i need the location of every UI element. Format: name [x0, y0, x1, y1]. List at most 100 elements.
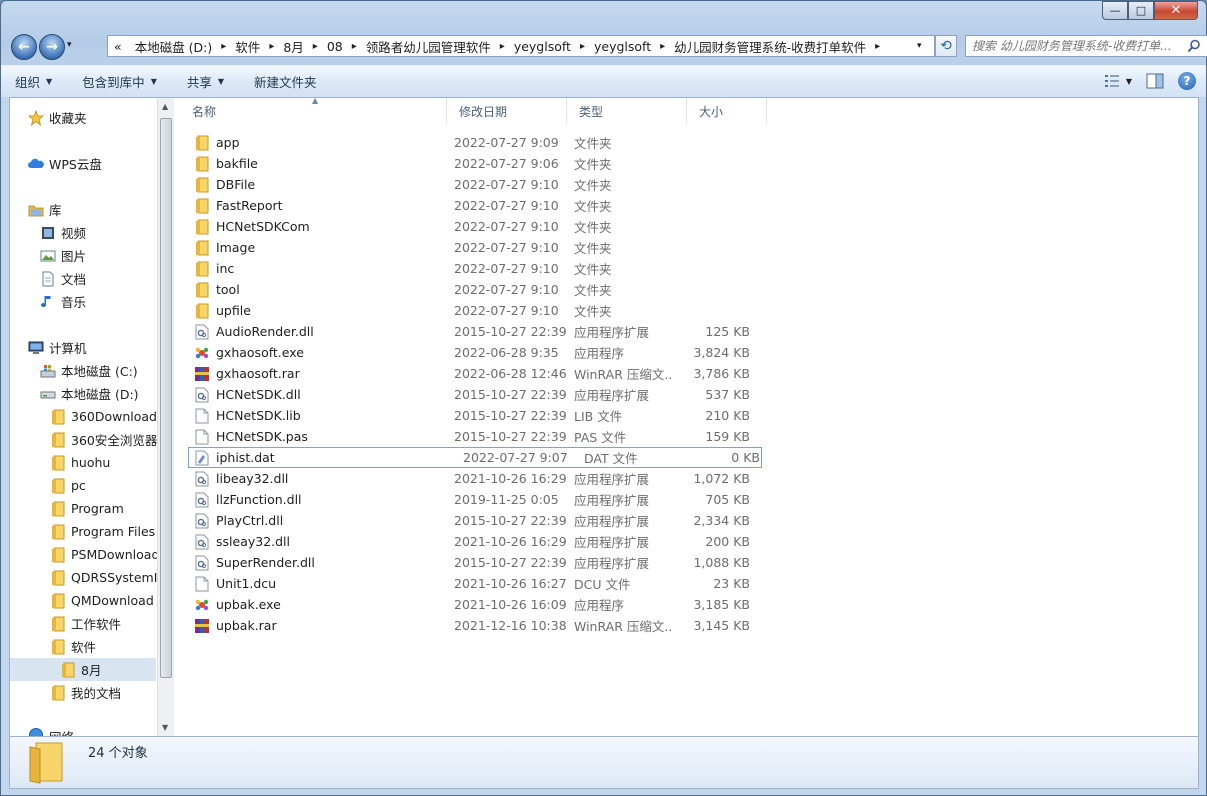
file-row[interactable]: tool 2022-07-27 9:10 文件夹	[180, 279, 780, 300]
file-name-cell[interactable]: gxhaosoft.rar	[180, 366, 442, 382]
breadcrumb-item[interactable]: 领路者幼儿园管理软件	[366, 37, 491, 56]
file-row[interactable]: bakfile 2022-07-27 9:06 文件夹	[180, 153, 780, 174]
file-name-cell[interactable]: bakfile	[180, 156, 442, 172]
column-date-modified[interactable]: 修改日期	[447, 98, 567, 124]
file-name-cell[interactable]: upbak.exe	[180, 597, 442, 613]
file-name-cell[interactable]: app	[180, 135, 442, 151]
nav-library-music[interactable]: 音乐	[10, 290, 156, 313]
back-button[interactable]: ←	[11, 34, 37, 60]
preview-pane-icon[interactable]	[1146, 73, 1164, 89]
nav-wps-cloud[interactable]: WPS云盘	[10, 152, 156, 175]
view-dropdown-icon[interactable]: ▼	[1126, 77, 1132, 86]
file-row[interactable]: FastReport 2022-07-27 9:10 文件夹	[180, 195, 780, 216]
file-name-cell[interactable]: inc	[180, 261, 442, 277]
nav-folder-item[interactable]: pc	[10, 474, 156, 497]
breadcrumb-separator-icon[interactable]: ▸	[313, 41, 318, 52]
maximize-button[interactable]: □	[1128, 1, 1154, 20]
scroll-up-icon[interactable]: ▲	[162, 102, 168, 111]
minimize-button[interactable]: —	[1102, 1, 1128, 20]
help-button[interactable]: ?	[1178, 72, 1196, 90]
view-options-icon[interactable]	[1104, 74, 1120, 88]
nav-favorites[interactable]: 收藏夹	[10, 106, 156, 129]
file-name-cell[interactable]: gxhaosoft.exe	[180, 345, 442, 361]
nav-library-pictures[interactable]: 图片	[10, 244, 156, 267]
file-name-cell[interactable]: upbak.rar	[180, 618, 442, 634]
nav-folder-item[interactable]: Program	[10, 497, 156, 520]
file-name-cell[interactable]: DBFile	[180, 177, 442, 193]
file-name-cell[interactable]: HCNetSDK.lib	[180, 408, 442, 424]
file-row[interactable]: upfile 2022-07-27 9:10 文件夹	[180, 300, 780, 321]
breadcrumb-item[interactable]: yeyglsoft	[594, 39, 651, 54]
search-input[interactable]	[966, 36, 1176, 56]
breadcrumb-item[interactable]: 软件	[235, 37, 260, 56]
file-name-cell[interactable]: llzFunction.dll	[180, 492, 442, 508]
address-overflow-chevron[interactable]: «	[114, 39, 122, 54]
nav-drive-c[interactable]: 本地磁盘 (C:)	[10, 359, 156, 382]
file-name-cell[interactable]: upfile	[180, 303, 442, 319]
nav-folder-item[interactable]: 360安全浏览器下	[10, 428, 170, 451]
column-type[interactable]: 类型	[567, 98, 687, 124]
breadcrumb-separator-icon[interactable]: ▸	[352, 41, 357, 52]
address-bar[interactable]: « ▸ 本地磁盘 (D:) ▸ 软件 ▸ 8月 ▸ 08 ▸ 领路者幼儿园管理软…	[107, 35, 935, 57]
file-name-cell[interactable]: iphist.dat	[189, 450, 451, 466]
nav-network[interactable]: 网络	[10, 727, 156, 736]
nav-folder-item[interactable]: QDRSSystemIn	[10, 566, 165, 589]
nav-library[interactable]: 库	[10, 198, 156, 221]
new-folder-button[interactable]: 新建文件夹	[254, 72, 317, 91]
nav-my-documents[interactable]: 我的文档	[10, 681, 156, 704]
nav-folder-item[interactable]: PSMDownload	[10, 543, 159, 566]
file-name-cell[interactable]: HCNetSDKCom	[180, 219, 442, 235]
file-name-cell[interactable]: HCNetSDK.pas	[180, 429, 442, 445]
file-name-cell[interactable]: SuperRender.dll	[180, 555, 442, 571]
file-row[interactable]: llzFunction.dll 2019-11-25 0:05 应用程序扩展 705 …	[180, 489, 780, 510]
file-row[interactable]: upbak.exe 2021-10-26 16:09 应用程序 3,185 KB	[180, 594, 780, 615]
nav-drive-d[interactable]: 本地磁盘 (D:)	[10, 382, 156, 405]
nav-folder-selected[interactable]: 8月	[10, 658, 156, 681]
column-size[interactable]: 大小	[687, 98, 767, 124]
file-row[interactable]: Image 2022-07-27 9:10 文件夹	[180, 237, 780, 258]
breadcrumb-separator-icon[interactable]: ▸	[269, 41, 274, 52]
column-name[interactable]: ▲ 名称	[180, 96, 447, 124]
file-row[interactable]: app 2022-07-27 9:09 文件夹	[180, 132, 780, 153]
breadcrumb-separator-icon[interactable]: ▸	[580, 41, 585, 52]
organize-menu[interactable]: 组织 ▼	[15, 72, 52, 91]
file-row[interactable]: AudioRender.dll 2015-10-27 22:39 应用程序扩展 125…	[180, 321, 780, 342]
breadcrumb-item[interactable]: 08	[327, 39, 343, 54]
file-name-cell[interactable]: PlayCtrl.dll	[180, 513, 442, 529]
nav-folder-item[interactable]: 360Downloads	[10, 405, 164, 428]
nav-folder-item[interactable]: QMDownload	[10, 589, 156, 612]
file-row[interactable]: inc 2022-07-27 9:10 文件夹	[180, 258, 780, 279]
scrollbar-thumb[interactable]	[160, 118, 172, 678]
nav-library-documents[interactable]: 文档	[10, 267, 156, 290]
nav-folder-item[interactable]: 工作软件	[10, 612, 156, 635]
scroll-down-icon[interactable]: ▼	[162, 723, 168, 732]
search-icon[interactable]	[1187, 39, 1201, 53]
breadcrumb-separator-icon[interactable]: ▸	[500, 41, 505, 52]
nav-computer[interactable]: 计算机	[10, 336, 156, 359]
close-button[interactable]: ✕	[1154, 1, 1198, 20]
file-row[interactable]: HCNetSDK.dll 2015-10-27 22:39 应用程序扩展 537 KB	[180, 384, 780, 405]
nav-folder-item[interactable]: Program Files	[10, 520, 156, 543]
breadcrumb-item[interactable]: 幼儿园财务管理系统-收费打单软件	[674, 37, 866, 56]
file-name-cell[interactable]: Unit1.dcu	[180, 576, 442, 592]
file-name-cell[interactable]: AudioRender.dll	[180, 324, 442, 340]
file-row[interactable]: Unit1.dcu 2021-10-26 16:27 DCU 文件 23 KB	[180, 573, 780, 594]
file-row[interactable]: iphist.dat 2022-07-27 9:07 DAT 文件 0 KB	[188, 447, 762, 468]
file-row[interactable]: HCNetSDK.lib 2015-10-27 22:39 LIB 文件 210 KB	[180, 405, 780, 426]
include-in-library-menu[interactable]: 包含到库中 ▼	[82, 72, 157, 91]
file-row[interactable]: HCNetSDK.pas 2015-10-27 22:39 PAS 文件 159 KB	[180, 426, 780, 447]
file-row[interactable]: DBFile 2022-07-27 9:10 文件夹	[180, 174, 780, 195]
file-name-cell[interactable]: ssleay32.dll	[180, 534, 442, 550]
navigation-scrollbar[interactable]: ▲ ▼	[157, 98, 174, 736]
file-name-cell[interactable]: Image	[180, 240, 442, 256]
nav-folder-item[interactable]: 软件	[10, 635, 156, 658]
forward-button[interactable]: →	[39, 34, 65, 60]
file-name-cell[interactable]: tool	[180, 282, 442, 298]
file-row[interactable]: gxhaosoft.rar 2022-06-28 12:46 WinRAR 压缩文.…	[180, 363, 780, 384]
nav-library-videos[interactable]: 视频	[10, 221, 156, 244]
breadcrumb-separator-icon[interactable]: ▸	[875, 41, 880, 52]
file-row[interactable]: libeay32.dll 2021-10-26 16:29 应用程序扩展 1,072 …	[180, 468, 780, 489]
breadcrumb-item[interactable]: 8月	[283, 37, 303, 56]
share-menu[interactable]: 共享 ▼	[187, 72, 224, 91]
file-row[interactable]: upbak.rar 2021-12-16 10:38 WinRAR 压缩文... 3,…	[180, 615, 780, 636]
